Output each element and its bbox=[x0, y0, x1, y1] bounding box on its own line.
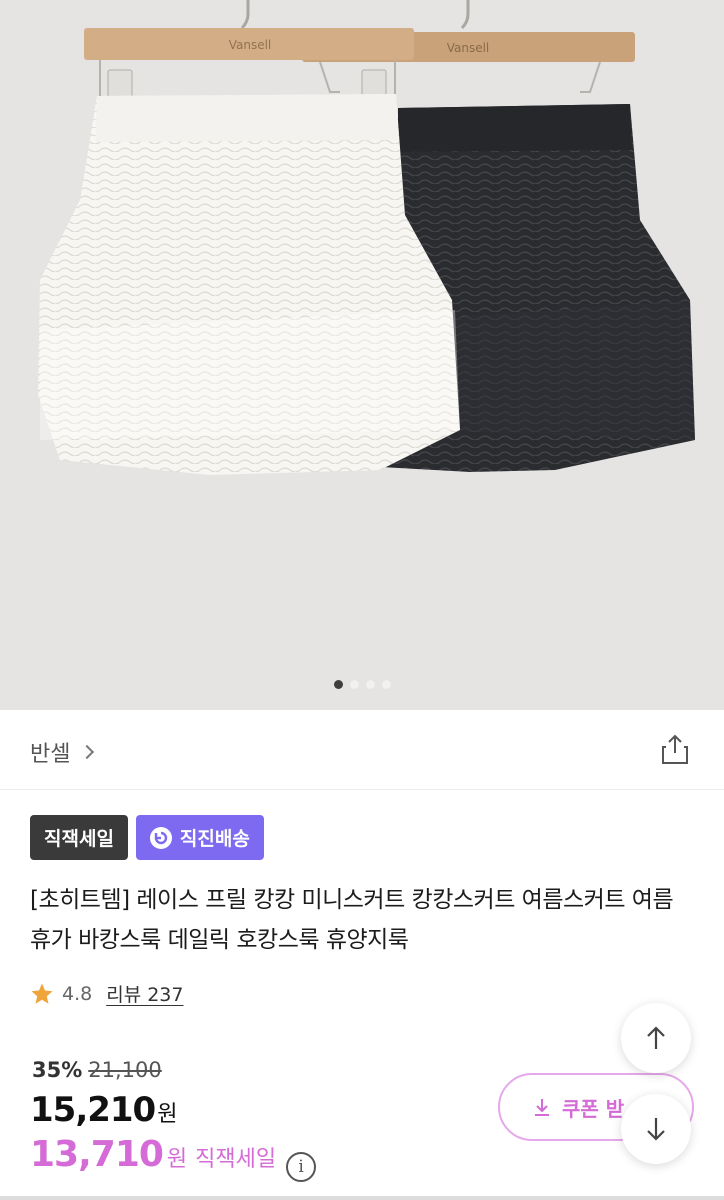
pagination-dot-3[interactable] bbox=[365, 680, 375, 689]
current-price: 15,210 bbox=[30, 1090, 156, 1130]
current-price-row: 15,210 원 bbox=[30, 1090, 177, 1130]
product-photo: Vansell Vansell bbox=[38, 0, 695, 475]
delivery-badge: 직진배송 bbox=[135, 815, 264, 860]
brand-link[interactable]: 반셀 bbox=[30, 736, 95, 768]
product-image-gallery[interactable]: Vansell Vansell bbox=[0, 0, 724, 710]
original-price: 21,100 bbox=[88, 1058, 162, 1082]
hanger-label-back: Vansell bbox=[447, 41, 490, 55]
rating-score: 4.8 bbox=[62, 982, 93, 1005]
star-icon bbox=[31, 983, 53, 1004]
sale-badge-label: 직잭세일 bbox=[44, 828, 114, 850]
brand-name: 반셀 bbox=[30, 742, 71, 767]
info-icon[interactable]: i bbox=[286, 1152, 317, 1182]
pagination-dot-4[interactable] bbox=[381, 680, 391, 689]
sale-price-label: 직잭세일 bbox=[195, 1147, 277, 1172]
scroll-down-button[interactable] bbox=[621, 1094, 691, 1164]
share-icon[interactable] bbox=[658, 732, 692, 766]
currency-unit: 원 bbox=[157, 1102, 178, 1127]
arrow-up-icon bbox=[647, 1026, 665, 1049]
delivery-badge-label: 직진배송 bbox=[179, 828, 250, 850]
brand-row: 반셀 bbox=[0, 710, 724, 790]
arrow-down-icon bbox=[647, 1118, 665, 1141]
scroll-up-button[interactable] bbox=[621, 1003, 691, 1073]
sale-currency-unit: 원 bbox=[166, 1147, 188, 1172]
chevron-right-icon bbox=[80, 744, 95, 760]
rating-row: 4.8 리뷰 237 bbox=[30, 980, 183, 1007]
product-title: [초히트템] 레이스 프릴 캉캉 미니스커트 캉캉스커트 여름스커트 여름휴가 … bbox=[30, 887, 674, 953]
badge-row: 직잭세일 직진배송 bbox=[30, 815, 264, 860]
discount-rate: 35% bbox=[32, 1058, 83, 1082]
review-count-link[interactable]: 리뷰 237 bbox=[106, 980, 183, 1007]
pagination-dot-2[interactable] bbox=[349, 680, 359, 689]
bottom-divider bbox=[0, 1196, 724, 1200]
hanger-label-front: Vansell bbox=[229, 38, 272, 52]
coupon-button-label: 쿠폰 받 bbox=[562, 1096, 625, 1121]
discount-row: 35% 21,100 bbox=[32, 1058, 162, 1082]
pagination-dot-1[interactable] bbox=[333, 680, 343, 689]
download-icon bbox=[535, 1099, 549, 1116]
sale-price-row: 13,710 원 직잭세일 i bbox=[30, 1134, 317, 1182]
return-arrow-icon bbox=[149, 826, 172, 849]
gallery-pagination bbox=[0, 680, 724, 689]
sale-badge: 직잭세일 bbox=[30, 815, 128, 860]
sale-price: 13,710 bbox=[30, 1134, 164, 1175]
